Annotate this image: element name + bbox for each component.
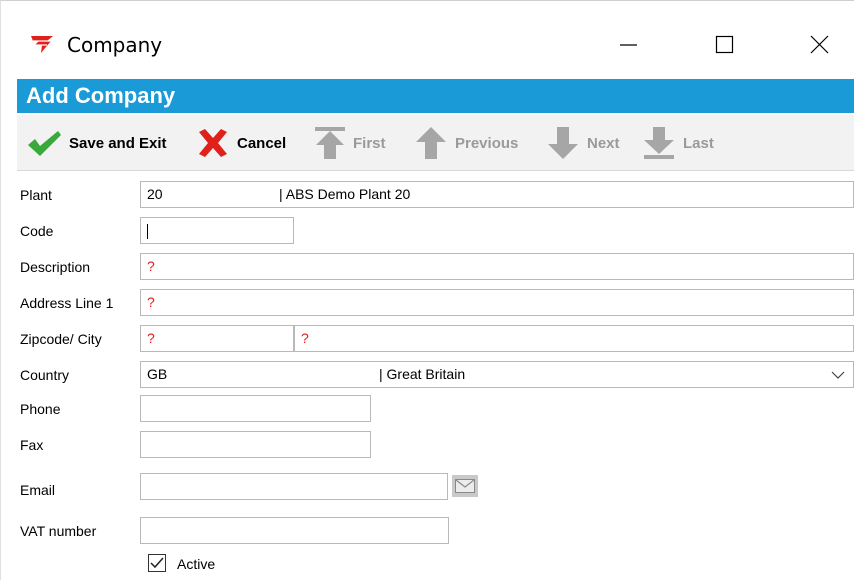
plant-label: Plant [20, 187, 52, 203]
chevron-down-icon[interactable] [831, 368, 845, 382]
last-label: Last [683, 134, 714, 152]
country-name: | Great Britain [379, 366, 466, 382]
red-arrow-logo-icon [29, 34, 55, 57]
country-select[interactable]: GB | Great Britain [140, 361, 854, 388]
city-required-marker: ? [301, 330, 309, 346]
envelope-icon [455, 479, 475, 493]
up-arrow-icon [416, 127, 446, 159]
cancel-button[interactable]: Cancel [195, 115, 286, 171]
checkmark-icon [28, 131, 61, 156]
toolbar: Save and Exit Cancel First Previous Next… [17, 115, 854, 171]
last-button[interactable]: Last [641, 115, 714, 171]
plant-code: 20 [147, 186, 163, 202]
zipcode-input[interactable]: ? [140, 325, 294, 352]
address-line1-label: Address Line 1 [20, 295, 114, 311]
last-arrow-icon [644, 127, 674, 159]
minimize-icon [620, 44, 637, 46]
close-icon [810, 35, 829, 54]
title-bar: Company [1, 1, 854, 69]
email-label: Email [20, 482, 56, 498]
next-button[interactable]: Next [545, 115, 620, 171]
cancel-x-icon [199, 129, 227, 157]
code-label: Code [20, 223, 54, 239]
address-required-marker: ? [147, 294, 155, 310]
close-button[interactable] [797, 21, 843, 67]
description-required-marker: ? [147, 258, 155, 274]
zipcode-required-marker: ? [147, 330, 155, 346]
phone-label: Phone [20, 401, 61, 417]
country-code: GB [147, 366, 168, 382]
maximize-button[interactable] [701, 21, 747, 67]
save-and-exit-button[interactable]: Save and Exit [25, 115, 167, 171]
fax-label: Fax [20, 437, 44, 453]
zipcode-city-label: Zipcode/ City [20, 331, 102, 347]
vat-number-label: VAT number [20, 523, 97, 539]
minimize-button[interactable] [605, 21, 651, 67]
country-label: Country [20, 367, 70, 383]
next-label: Next [587, 134, 620, 152]
vat-number-input[interactable] [140, 517, 449, 544]
phone-input[interactable] [140, 395, 371, 422]
send-email-button[interactable] [452, 475, 478, 497]
previous-label: Previous [455, 134, 519, 152]
description-input[interactable]: ? [140, 253, 854, 280]
description-label: Description [20, 259, 91, 275]
text-cursor [147, 223, 148, 239]
first-button[interactable]: First [313, 115, 386, 171]
cancel-label: Cancel [237, 134, 287, 152]
address-line1-input[interactable]: ? [140, 289, 854, 316]
previous-button[interactable]: Previous [413, 115, 518, 171]
active-label[interactable]: Active [177, 556, 215, 572]
active-checkbox[interactable] [148, 554, 166, 572]
checkmark-icon [150, 557, 164, 569]
save-and-exit-label: Save and Exit [69, 134, 167, 152]
fax-input[interactable] [140, 431, 371, 458]
window-title: Company [67, 33, 163, 57]
down-arrow-icon [548, 127, 578, 159]
first-arrow-icon [315, 127, 345, 159]
company-window: Company Add Company Save and Exit Cancel… [0, 0, 854, 580]
maximize-icon [715, 35, 734, 54]
code-input[interactable] [140, 217, 294, 244]
first-label: First [353, 134, 386, 152]
plant-name: | ABS Demo Plant 20 [279, 186, 411, 202]
city-input[interactable]: ? [294, 325, 854, 352]
email-input[interactable] [140, 473, 448, 500]
plant-field[interactable]: 20 | ABS Demo Plant 20 [140, 181, 854, 208]
page-title: Add Company [17, 79, 854, 113]
